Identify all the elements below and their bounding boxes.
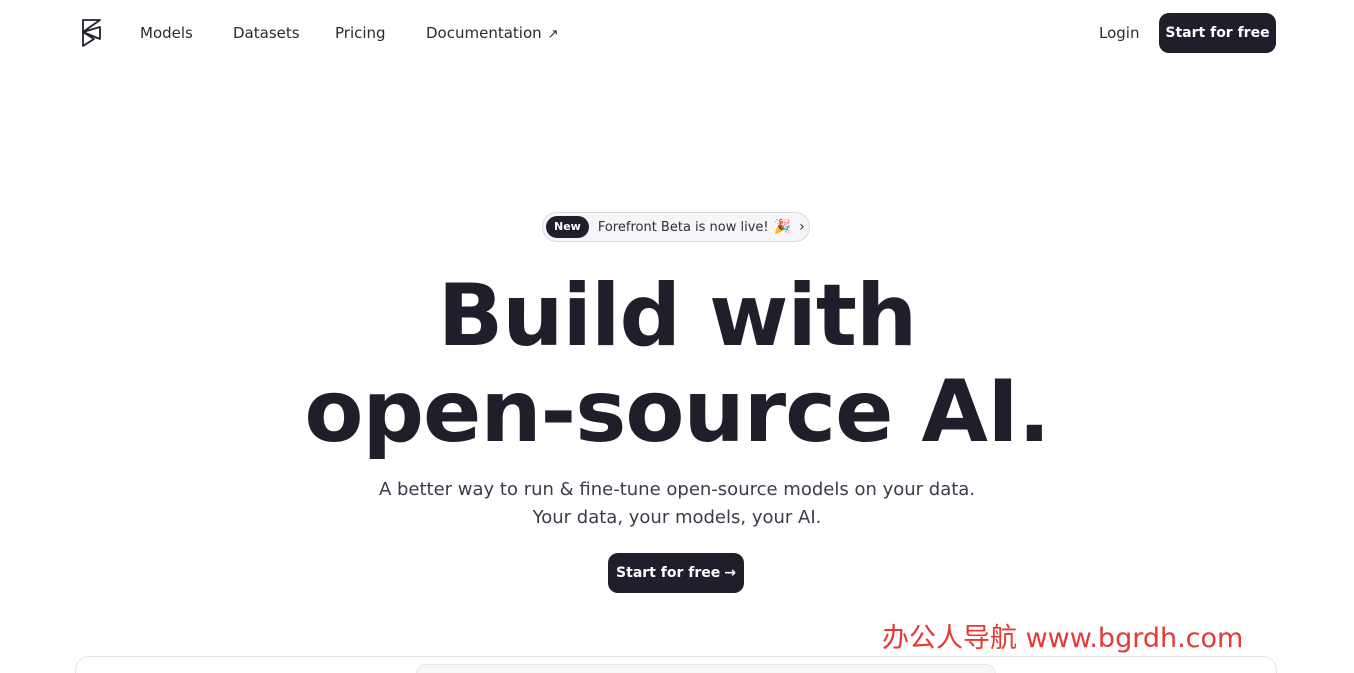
nav-link-pricing[interactable]: Pricing [335,23,386,43]
party-popper-icon: 🎉 [773,219,792,235]
announcement-text: Forefront Beta is now live! [597,219,769,235]
nav-link-datasets[interactable]: Datasets [233,23,300,43]
announcement-pill[interactable]: New Forefront Beta is now live! 🎉 › [542,212,810,242]
top-nav: Models Datasets Pricing Documentation ↗ L… [0,0,1354,67]
hero-start-for-free-button[interactable]: Start for free → [608,553,744,593]
arrow-right-icon: → [724,565,736,581]
hero-subtitle: A better way to run & fine-tune open-sou… [0,476,1354,532]
login-link[interactable]: Login [1099,23,1139,43]
hero-title-line-1: Build with [437,266,918,366]
watermark-text: 办公人导航 www.bgrdh.com [882,623,1244,654]
hero-title: Build with open-source AI. [0,268,1354,460]
nav-link-documentation[interactable]: Documentation ↗ [426,23,559,45]
nav-link-documentation-label: Documentation [426,24,542,42]
external-link-icon: ↗ [547,27,559,42]
nav-link-models[interactable]: Models [140,23,193,43]
chevron-right-icon: › [799,219,805,235]
hero-subtitle-line-1: A better way to run & fine-tune open-sou… [378,479,976,500]
hero-subtitle-line-2: Your data, your models, your AI. [532,507,822,528]
forefront-logo-icon[interactable] [80,17,106,49]
new-badge: New [546,216,589,238]
hero-cta-label: Start for free [616,565,721,581]
hero-title-line-2: open-source AI. [304,362,1050,462]
nav-start-for-free-button[interactable]: Start for free [1159,13,1276,53]
product-preview-bar [416,664,996,673]
